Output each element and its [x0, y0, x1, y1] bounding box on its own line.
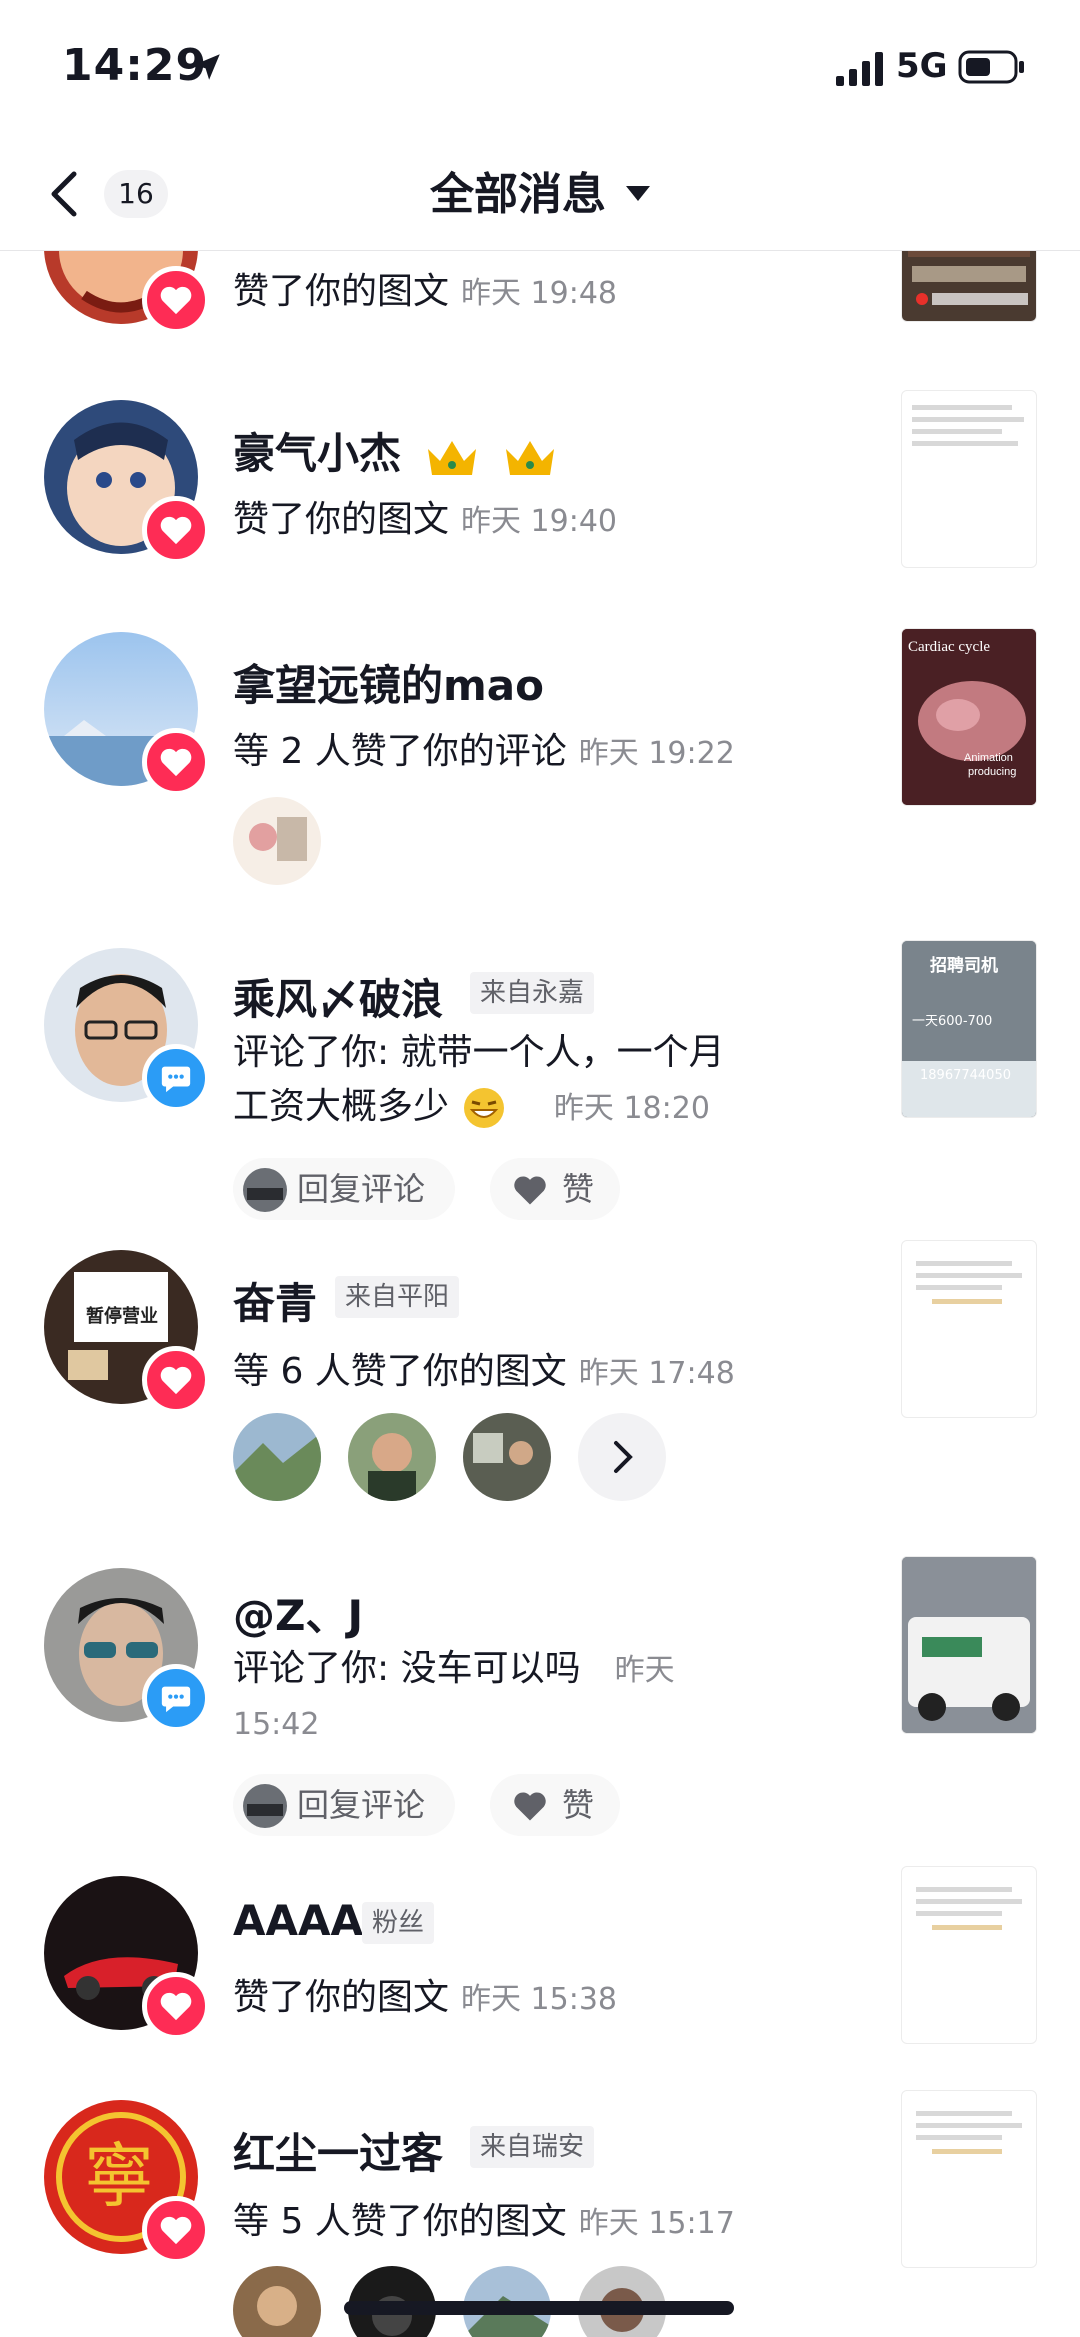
like-badge-icon: [142, 1346, 210, 1414]
notification-item[interactable]: AAAA 粉丝 赞了你的图文 昨天 15:38: [0, 1866, 1080, 2106]
thumbnail-caption: 一天600-700: [912, 1014, 992, 1029]
user-name[interactable]: 乘风〆破浪: [233, 966, 443, 1027]
thumbnail-caption: 18967744050: [920, 1068, 1011, 1083]
user-name[interactable]: 红尘一过客: [233, 2120, 443, 2181]
avatar-glyph: 寧: [84, 2135, 154, 2217]
post-thumbnail[interactable]: [901, 390, 1037, 568]
like-badge-icon: [142, 266, 210, 334]
post-thumbnail[interactable]: [901, 1866, 1037, 2044]
user-name[interactable]: AAAA: [233, 1896, 363, 1945]
user-name[interactable]: 奋青: [233, 1270, 317, 1331]
post-avatar-icon: [243, 1784, 287, 1828]
location-arrow-icon: [194, 54, 220, 80]
like-badge-icon: [142, 2196, 210, 2264]
more-likers-button[interactable]: [578, 1413, 666, 1501]
avatar-sign-text: 暂停营业: [86, 1305, 158, 1327]
comment-badge-icon: [142, 1664, 210, 1732]
post-thumbnail[interactable]: [901, 2090, 1037, 2268]
comment-time: 15:42: [233, 1707, 320, 1742]
fan-tag: 粉丝: [362, 1902, 435, 1944]
like-comment-button[interactable]: 赞: [490, 1158, 620, 1220]
signal-bars-icon: [836, 52, 883, 86]
notification-text: 赞了你的图文 昨天 19:48: [233, 271, 618, 312]
chevron-right-icon: [614, 1441, 633, 1473]
battery-icon: [958, 50, 1024, 84]
user-name[interactable]: @Z、J: [233, 1582, 363, 1643]
notification-text: 赞了你的图文 昨天 19:40: [233, 499, 618, 540]
liker-avatar[interactable]: [233, 1413, 321, 1501]
comment-badge-icon: [142, 1044, 210, 1112]
notification-text: 等 2 人赞了你的评论 昨天 19:22: [233, 731, 735, 772]
grin-emoji-icon: [464, 1088, 505, 1128]
notification-text: 赞了你的图文 昨天 15:38: [233, 1977, 618, 2018]
thumbnail-title: 招聘司机: [930, 955, 998, 976]
thumbnail-caption: producing: [968, 766, 1016, 778]
status-bar: 14:29 5G: [0, 0, 1080, 130]
notification-text: 等 6 人赞了你的图文 昨天 17:48: [233, 1351, 735, 1392]
post-thumbnail[interactable]: Cardiac cycle Animation producing: [901, 628, 1037, 806]
like-badge-icon: [142, 1972, 210, 2040]
message-filter-dropdown[interactable]: 全部消息: [0, 158, 1080, 222]
status-time: 14:29: [62, 40, 208, 91]
user-name[interactable]: 拿望远镜的mao: [233, 652, 544, 713]
dropdown-caret-icon: [626, 185, 650, 201]
heart-icon: [514, 1176, 546, 1205]
notification-item[interactable]: 暂停营业 奋青 来自平阳 等 6 人赞了你的图文 昨天 17:48: [0, 1240, 1080, 1550]
user-name[interactable]: 豪气小杰: [233, 420, 558, 481]
like-badge-icon: [142, 496, 210, 564]
notification-item[interactable]: @Z、J 评论了你: 没车可以吗 昨天 15:42 回复评论 赞: [0, 1556, 1080, 1898]
nav-bar: 16 全部消息: [0, 130, 1080, 251]
liker-avatar[interactable]: [233, 797, 321, 885]
thumbnail-caption: Animation: [964, 752, 1013, 764]
liker-avatar[interactable]: [348, 1413, 436, 1501]
comment-text[interactable]: 工资大概多少 昨天 18:20: [233, 1080, 710, 1136]
post-thumbnail[interactable]: [901, 1556, 1037, 1734]
post-avatar-icon: [243, 1168, 287, 1212]
location-tag: 来自瑞安: [470, 2126, 595, 2168]
heart-icon: [514, 1792, 546, 1821]
location-tag: 来自平阳: [335, 1276, 460, 1318]
location-tag: 来自永嘉: [470, 972, 595, 1014]
thumbnail-title: Cardiac cycle: [908, 639, 990, 655]
liker-avatar[interactable]: [233, 2266, 321, 2337]
notification-text: 等 5 人赞了你的图文 昨天 15:17: [233, 2201, 735, 2242]
page-title: 全部消息: [430, 169, 606, 220]
network-type: 5G: [896, 46, 948, 86]
notification-item[interactable]: 豪气小杰 赞了你的图文 昨天 19:40: [0, 390, 1080, 620]
post-thumbnail[interactable]: [901, 250, 1037, 322]
home-indicator[interactable]: [344, 2301, 734, 2315]
comment-text[interactable]: 评论了你: 没车可以吗 昨天: [233, 1642, 675, 1698]
reply-comment-button[interactable]: 回复评论: [233, 1774, 455, 1836]
reply-comment-button[interactable]: 回复评论: [233, 1158, 455, 1220]
notification-item[interactable]: 拿望远镜的mao 等 2 人赞了你的评论 昨天 19:22 Cardiac cyc…: [0, 628, 1080, 912]
comment-text[interactable]: 评论了你: 就带一个人，一个月: [233, 1026, 725, 1080]
crown-icon: [427, 440, 476, 475]
like-badge-icon: [142, 728, 210, 796]
liker-avatar[interactable]: [463, 1413, 551, 1501]
like-comment-button[interactable]: 赞: [490, 1774, 620, 1836]
notification-list[interactable]: 赞了你的图文 昨天 19:48 豪气小杰 赞了你的图文 昨天 19:40 拿望远…: [0, 250, 1080, 2337]
post-thumbnail[interactable]: 招聘司机 一天600-700 18967744050: [901, 940, 1037, 1118]
post-thumbnail[interactable]: [901, 1240, 1037, 1418]
crown-icon: [506, 440, 555, 475]
